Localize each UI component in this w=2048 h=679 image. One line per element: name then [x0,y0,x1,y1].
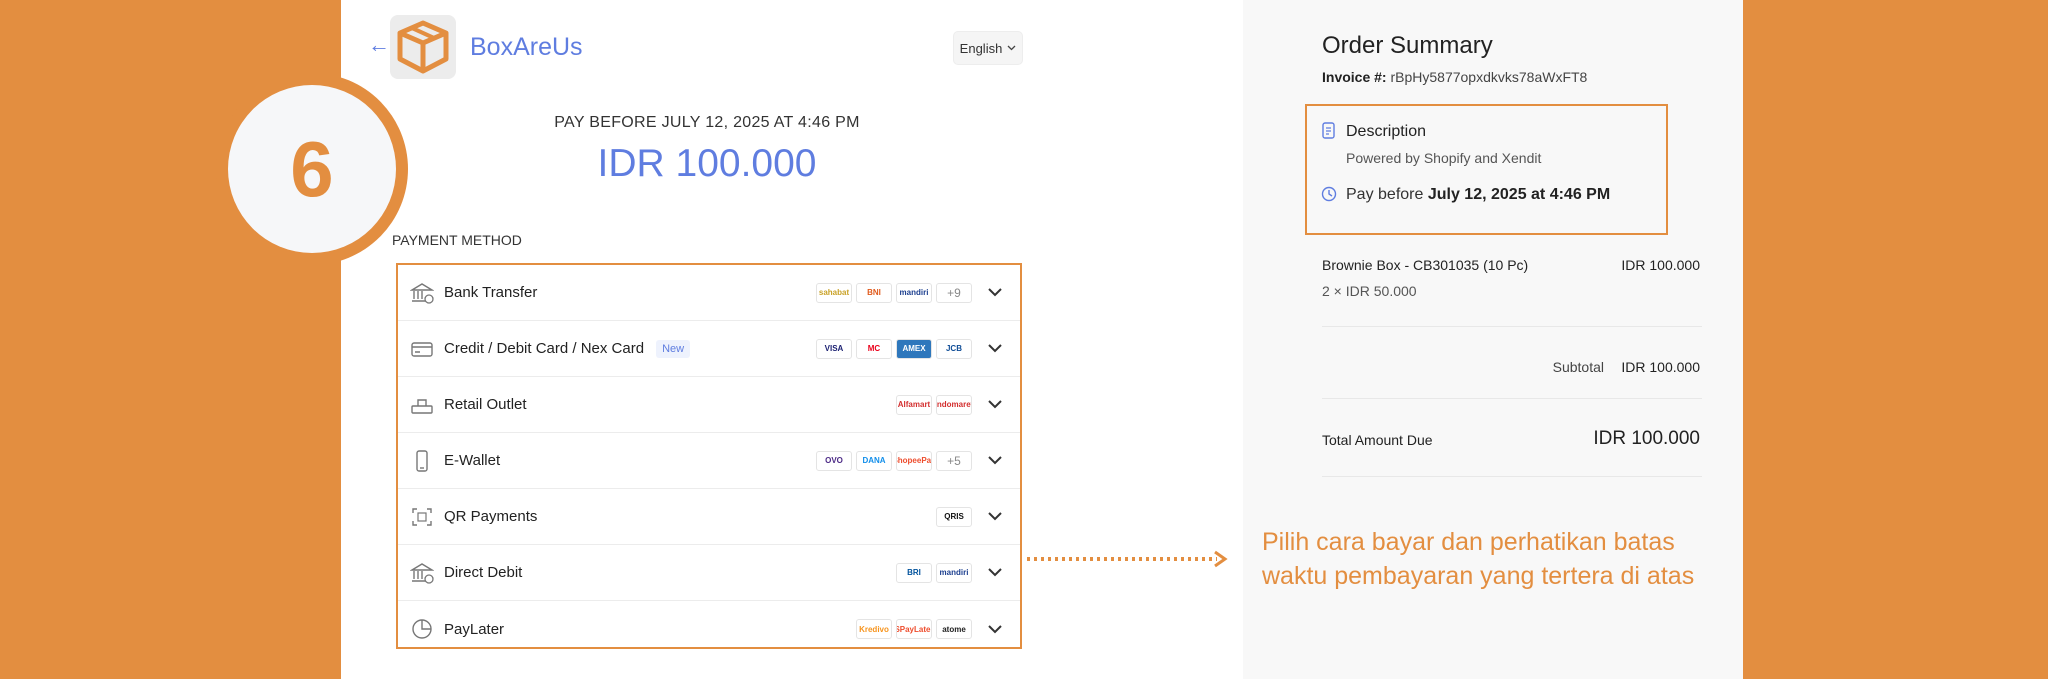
phone-icon [416,449,428,472]
retail-logo: Alfamart [896,394,932,415]
method-logos: Alfamart Indomaret [896,394,972,415]
pay-before-date: July 12, 2025 at 4:46 PM [1427,186,1611,203]
instruction-caption: Pilih cara bayar dan perhatikan batas wa… [1262,528,1695,590]
method-logos: VISA MC AMEX JCB [816,338,972,359]
box-logo-icon [390,15,456,79]
payment-method-list: Bank Transfer sahabat BNI mandiri +9 Cre… [396,263,1022,649]
description-title: Description [1346,123,1427,140]
ewallet-logo: OVO [816,450,852,471]
payment-amount: IDR 100.000 [597,142,817,185]
document-icon [1322,122,1335,139]
card-icon [411,341,433,357]
brand-name[interactable]: BoxAreUs [470,33,583,62]
divider [1322,326,1702,327]
chevron-down-icon[interactable] [980,344,1010,353]
method-credit-debit-card[interactable]: Credit / Debit Card / Nex Card New VISA … [398,321,1020,377]
method-logos: BRI mandiri [896,562,972,583]
bank-logo: mandiri [936,562,972,583]
method-logos: sahabat BNI mandiri +9 [816,282,972,303]
chevron-down-icon[interactable] [980,512,1010,521]
paylater-logo: atome [936,619,972,639]
invoice-value: rBpHy5877opxdkvks78aWxFT8 [1390,69,1588,85]
bank-logo: BRI [896,562,932,583]
method-direct-debit[interactable]: Direct Debit BRI mandiri [398,545,1020,601]
paylater-logo: Kredivo [856,619,892,639]
new-badge: New [656,339,691,358]
item-price: IDR 100.000 [1621,257,1700,273]
chevron-down-icon [1007,45,1016,51]
chevron-down-icon[interactable] [980,400,1010,409]
clock-pie-icon [412,619,432,639]
more-count: +9 [936,282,972,303]
bank-icon [410,282,434,304]
total-value: IDR 100.000 [1593,428,1700,449]
pay-before-summary: Pay before July 12, 2025 at 4:46 PM [1346,186,1610,204]
payment-method-heading: PAYMENT METHOD [392,232,522,248]
chevron-down-icon[interactable] [980,624,1010,634]
back-arrow-icon[interactable]: ← [368,32,390,58]
invoice-number: Invoice #: rBpHy5877opxdkvks78aWxFT8 [1322,69,1587,85]
pay-before-prefix: Pay before [1346,186,1424,203]
method-logos: Kredivo SPayLater atome [856,619,972,639]
item-quantity: 2 × IDR 50.000 [1322,283,1417,299]
qr-icon [412,507,432,526]
mastercard-logo: MC [856,338,892,359]
bank-logo: BNI [856,282,892,303]
language-label: English [959,40,1003,56]
paylater-logo: SPayLater [896,619,932,639]
language-select[interactable]: English [953,31,1023,65]
method-paylater[interactable]: PayLater Kredivo SPayLater atome [398,601,1020,657]
chevron-down-icon[interactable] [980,568,1010,577]
retail-logo: Indomaret [936,394,972,415]
pay-before-deadline: PAY BEFORE JULY 12, 2025 AT 4:46 PM [554,114,860,131]
divider [1322,476,1702,477]
method-label: Retail Outlet [444,396,527,413]
method-logos: QRIS [936,506,972,527]
method-label: Credit / Debit Card / Nex Card [444,340,645,357]
method-label: PayLater [444,620,505,638]
method-label: Bank Transfer [444,284,538,301]
store-icon [411,398,433,414]
method-label: Direct Debit [444,564,523,581]
method-label: QR Payments [444,508,538,525]
method-label: E-Wallet [444,452,501,469]
method-retail-outlet[interactable]: Retail Outlet Alfamart Indomaret [398,377,1020,433]
chevron-down-icon[interactable] [980,288,1010,297]
subtotal-value: IDR 100.000 [1621,359,1700,375]
chevron-down-icon[interactable] [980,456,1010,465]
qris-logo: QRIS [936,506,972,527]
method-logos: OVO DANA ShopeePay +5 [816,450,972,471]
ewallet-logo: ShopeePay [896,450,932,471]
ewallet-logo: DANA [856,450,892,471]
dotted-arrow-icon [1027,550,1228,568]
jcb-logo: JCB [936,338,972,359]
invoice-label: Invoice #: [1322,69,1387,85]
method-e-wallet[interactable]: E-Wallet OVO DANA ShopeePay +5 [398,433,1020,489]
order-summary-title: Order Summary [1322,32,1493,59]
amex-logo: AMEX [896,338,932,359]
bank-logo: mandiri [896,282,932,303]
more-count: +5 [936,450,972,471]
bank-logo: sahabat [816,282,852,303]
item-name: Brownie Box - CB301035 (10 Pc) [1322,257,1529,273]
divider [1322,398,1702,399]
clock-icon [1321,186,1337,202]
total-label: Total Amount Due [1322,432,1433,448]
bank-icon [410,562,434,584]
method-bank-transfer[interactable]: Bank Transfer sahabat BNI mandiri +9 [398,265,1020,321]
method-qr-payments[interactable]: QR Payments QRIS [398,489,1020,545]
visa-logo: VISA [816,338,852,359]
description-text: Powered by Shopify and Xendit [1346,150,1542,166]
